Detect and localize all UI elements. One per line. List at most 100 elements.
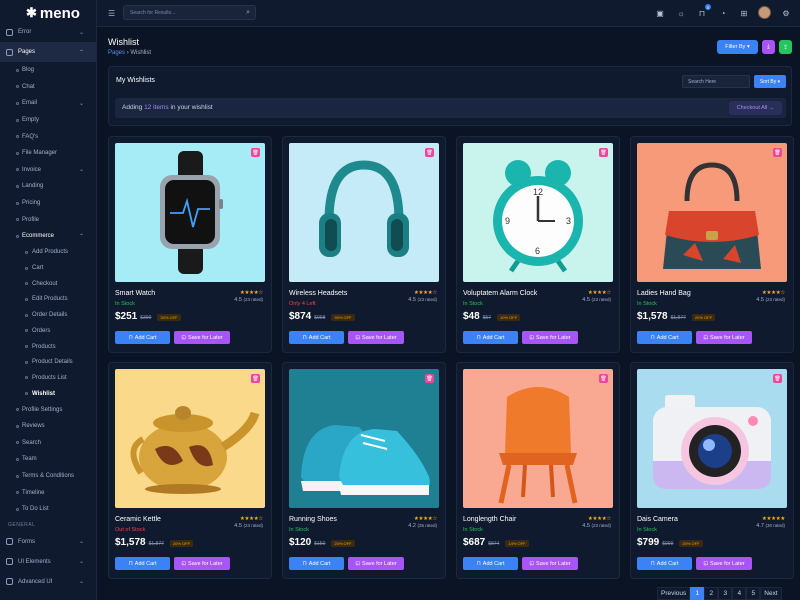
product-image[interactable]: 🗑 [289, 143, 439, 282]
save-for-later-button[interactable]: ⊡ Save for Later [696, 557, 752, 570]
language-icon[interactable]: ▣ [654, 7, 666, 19]
pagination-page[interactable]: 1 [690, 587, 705, 600]
avatar[interactable] [758, 6, 771, 19]
product-name[interactable]: Longlength Chair [463, 516, 516, 523]
add-cart-button[interactable]: ⊓ Add Cart [289, 331, 344, 344]
product-card[interactable]: 🗑 Ceramic Kettle ★★★★☆ 4.5 (23 rated) Ou… [108, 362, 272, 579]
sidebar-item-file-manager[interactable]: File Manager [0, 145, 96, 162]
product-card[interactable]: 🗑 Dais Camera ★★★★★ 4.7 (30 rated) In St… [630, 362, 794, 579]
product-card[interactable]: 12 3 6 9 🗑 Voluptatem Alarm Clock ★★★★☆ 4.5… [456, 136, 620, 353]
sidebar-item-product-details[interactable]: Product Details [0, 354, 96, 370]
delete-icon[interactable]: 🗑 [599, 374, 608, 383]
add-cart-button[interactable]: ⊓ Add Cart [115, 331, 170, 344]
sidebar-item-chat[interactable]: Chat [0, 79, 96, 96]
save-for-later-button[interactable]: ⊡ Save for Later [522, 557, 578, 570]
product-image[interactable]: 12 3 6 9 🗑 [463, 143, 613, 282]
pagination-page[interactable]: 4 [732, 587, 747, 600]
delete-icon[interactable]: 🗑 [251, 374, 260, 383]
product-name[interactable]: Ladies Hand Bag [637, 290, 691, 297]
sidebar-item-timeline[interactable]: Timeline [0, 484, 96, 501]
checkout-all-button[interactable]: Checkout All → [729, 101, 782, 115]
product-image[interactable]: 🗑 [289, 369, 439, 508]
add-cart-button[interactable]: ⊓ Add Cart [115, 557, 170, 570]
sidebar-item-empty[interactable]: Empty [0, 112, 96, 129]
product-name[interactable]: Running Shoes [289, 516, 337, 523]
product-image[interactable]: 🗑 [637, 369, 787, 508]
save-for-later-button[interactable]: ⊡ Save for Later [174, 557, 230, 570]
add-cart-button[interactable]: ⊓ Add Cart [637, 557, 692, 570]
sidebar-item-products[interactable]: Products [0, 339, 96, 355]
sidebar-item-faq-s[interactable]: FAQ's [0, 128, 96, 145]
sort-button[interactable]: Sort By ▾ [754, 75, 786, 88]
pagination-previous[interactable]: Previous [657, 587, 691, 600]
filter-button[interactable]: Filter By ▾ [717, 40, 758, 54]
sidebar-item-pages[interactable]: Pages ⌃ [0, 42, 96, 62]
product-card[interactable]: 🗑 Smart Watch ★★★★☆ 4.5 (23 rated) In St… [108, 136, 272, 353]
product-image[interactable]: 🗑 [463, 369, 613, 508]
add-cart-button[interactable]: ⊓ Add Cart [463, 331, 518, 344]
sidebar-item-wishlist[interactable]: Wishlist [0, 386, 96, 402]
search-input[interactable]: Search for Results... ⌕ [123, 5, 256, 20]
sidebar-item-orders[interactable]: Orders [0, 323, 96, 339]
pagination-page[interactable]: 2 [704, 587, 719, 600]
add-cart-button[interactable]: ⊓ Add Cart [289, 557, 344, 570]
sidebar-item-blog[interactable]: Blog [0, 62, 96, 79]
save-for-later-button[interactable]: ⊡ Save for Later [522, 331, 578, 344]
product-card[interactable]: 🗑 Longlength Chair ★★★★☆ 4.5 (23 rated) … [456, 362, 620, 579]
sidebar-item-advanced-ui[interactable]: Advanced UI ⌄ [0, 572, 96, 592]
save-for-later-button[interactable]: ⊡ Save for Later [348, 557, 404, 570]
delete-icon[interactable]: 🗑 [425, 148, 434, 157]
save-for-later-button[interactable]: ⊡ Save for Later [348, 331, 404, 344]
sidebar-item-order-details[interactable]: Order Details [0, 307, 96, 323]
notification-icon[interactable]: ◔ [717, 7, 729, 19]
sidebar-item-team[interactable]: Team [0, 451, 96, 468]
pagination-page[interactable]: 3 [718, 587, 733, 600]
add-cart-button[interactable]: ⊓ Add Cart [637, 331, 692, 344]
pagination-page[interactable]: 5 [746, 587, 761, 600]
save-for-later-button[interactable]: ⊡ Save for Later [174, 331, 230, 344]
delete-icon[interactable]: 🗑 [599, 148, 608, 157]
delete-icon[interactable]: 🗑 [773, 148, 782, 157]
cart-icon[interactable]: ⊓ 5 [696, 4, 711, 19]
product-name[interactable]: Dais Camera [637, 516, 678, 523]
add-cart-button[interactable]: ⊓ Add Cart [463, 557, 518, 570]
breadcrumb-parent[interactable]: Pages [108, 50, 125, 56]
sidebar-item-profile[interactable]: Profile [0, 211, 96, 228]
sidebar-item-landing[interactable]: Landing [0, 178, 96, 195]
product-name[interactable]: Ceramic Kettle [115, 516, 161, 523]
sidebar-item-forms[interactable]: Forms ⌄ [0, 532, 96, 552]
product-name[interactable]: Voluptatem Alarm Clock [463, 290, 537, 297]
sidebar-item-to-do-list[interactable]: To Do List [0, 501, 96, 518]
product-image[interactable]: 🗑 [115, 143, 265, 282]
sidebar-item-products-list[interactable]: Products List [0, 370, 96, 386]
sidebar-item-reviews[interactable]: Reviews [0, 418, 96, 435]
sidebar-item-search[interactable]: Search [0, 435, 96, 452]
wishlist-search-input[interactable]: Search Here [682, 75, 750, 88]
sidebar-item-invoice[interactable]: Invoice ⌄ [0, 162, 96, 179]
sidebar-item-terms-conditions[interactable]: Terms & Conditions [0, 468, 96, 485]
delete-icon[interactable]: 🗑 [251, 148, 260, 157]
theme-icon[interactable]: ☼ [675, 7, 687, 19]
sidebar-item-pricing[interactable]: Pricing [0, 195, 96, 212]
sidebar-item-ui-elements[interactable]: UI Elements ⌄ [0, 552, 96, 572]
sidebar-item-error[interactable]: Error ⌄ [0, 22, 96, 42]
sidebar-item-ecommerce[interactable]: Ecommerce ⌃ [0, 228, 96, 245]
save-for-later-button[interactable]: ⊡ Save for Later [696, 331, 752, 344]
share-button[interactable]: ⇪ [779, 40, 792, 54]
product-image[interactable]: 🗑 [115, 369, 265, 508]
download-button[interactable]: ⤓ [762, 40, 775, 54]
product-name[interactable]: Wireless Headsets [289, 290, 347, 297]
product-card[interactable]: 🗑 Wireless Headsets ★★★★☆ 4.5 (23 rated)… [282, 136, 446, 353]
product-image[interactable]: 🗑 [637, 143, 787, 282]
product-card[interactable]: 🗑 Running Shoes ★★★★☆ 4.2 (35 rated) In … [282, 362, 446, 579]
sidebar-item-profile-settings[interactable]: Profile Settings [0, 401, 96, 418]
sidebar-item-edit-products[interactable]: Edit Products [0, 292, 96, 308]
settings-icon[interactable]: ⚙ [780, 7, 792, 19]
apps-icon[interactable]: ⊞ [738, 7, 750, 19]
product-name[interactable]: Smart Watch [115, 290, 155, 297]
menu-toggle-icon[interactable]: ☰ [108, 9, 115, 18]
pagination-next[interactable]: Next [760, 587, 782, 600]
sidebar-item-checkout[interactable]: Checkout [0, 276, 96, 292]
delete-icon[interactable]: 🗑 [425, 374, 434, 383]
sidebar-item-add-products[interactable]: Add Products [0, 245, 96, 261]
